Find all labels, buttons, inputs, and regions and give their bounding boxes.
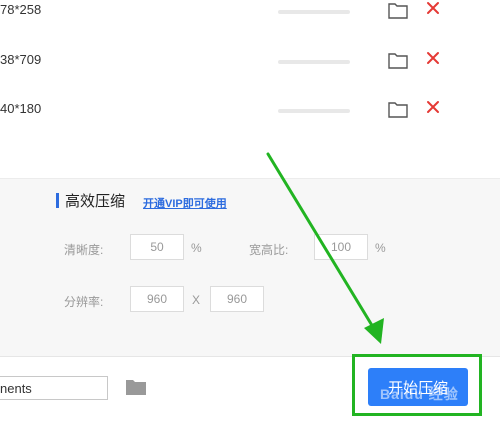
file-dimensions: 38*709 bbox=[0, 52, 42, 67]
browse-folder-icon[interactable] bbox=[125, 378, 147, 396]
open-folder-icon[interactable] bbox=[388, 1, 408, 19]
file-dimensions: 78*258 bbox=[0, 2, 42, 17]
file-row: 40*180 bbox=[0, 97, 500, 127]
file-progress-bar bbox=[278, 109, 350, 113]
delete-icon[interactable] bbox=[424, 0, 442, 17]
delete-icon[interactable] bbox=[424, 98, 442, 116]
section-title-text: 高效压缩 bbox=[65, 192, 126, 210]
resolution-width-input[interactable]: 960 bbox=[130, 286, 184, 312]
open-folder-icon[interactable] bbox=[388, 51, 408, 69]
file-progress-bar bbox=[278, 10, 350, 14]
section-marker bbox=[56, 192, 59, 208]
clarity-input[interactable]: 50 bbox=[130, 234, 184, 260]
file-row: 38*709 bbox=[0, 48, 500, 78]
file-row: 78*258 bbox=[0, 0, 500, 28]
aspect-unit: % bbox=[375, 241, 386, 255]
aspect-input[interactable]: 100 bbox=[314, 234, 368, 260]
vip-upgrade-link[interactable]: 开通VIP即可使用 bbox=[143, 195, 227, 211]
clarity-label: 清晰度: bbox=[64, 243, 104, 257]
open-folder-icon[interactable] bbox=[388, 100, 408, 118]
delete-icon[interactable] bbox=[424, 49, 442, 67]
resolution-label: 分辨率: bbox=[64, 295, 104, 309]
resolution-separator: X bbox=[192, 293, 201, 307]
clarity-unit: % bbox=[191, 241, 202, 255]
section-title: 高效压缩 bbox=[56, 191, 126, 210]
output-path-input[interactable]: nents bbox=[0, 376, 108, 400]
aspect-label: 宽高比: bbox=[249, 243, 289, 257]
file-progress-bar bbox=[278, 60, 350, 64]
resolution-height-input[interactable]: 960 bbox=[210, 286, 264, 312]
file-dimensions: 40*180 bbox=[0, 101, 42, 116]
start-compress-button[interactable]: 开始压缩 bbox=[368, 368, 468, 406]
file-list: 78*258 38*709 40*180 bbox=[0, 0, 500, 178]
